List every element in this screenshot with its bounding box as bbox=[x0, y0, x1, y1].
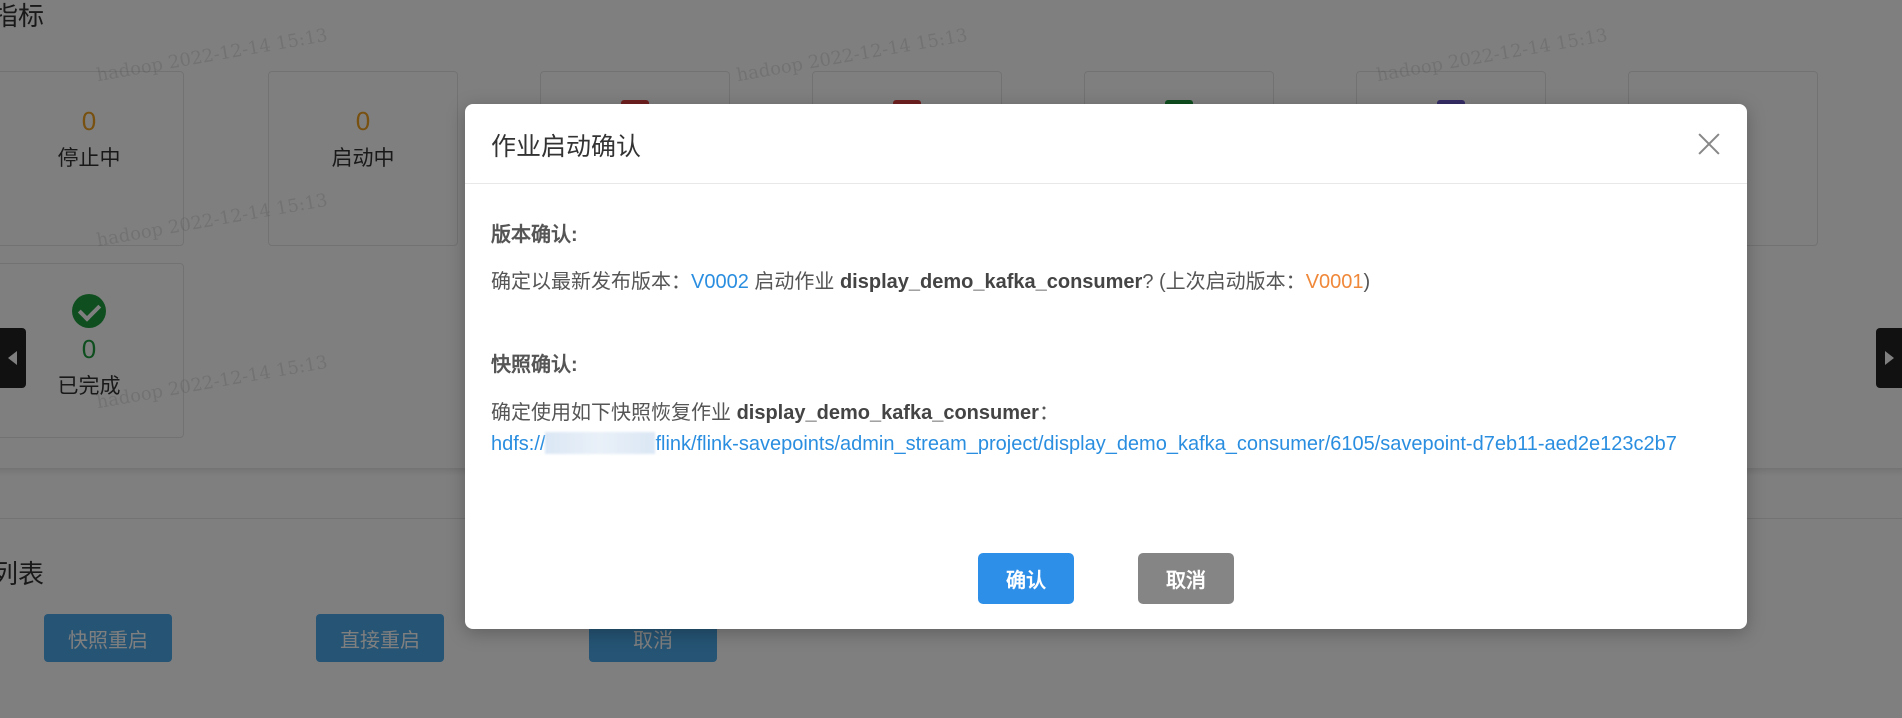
text-segment: ) bbox=[1363, 271, 1371, 293]
dialog-header: 作业启动确认 bbox=[465, 104, 1747, 184]
new-version-value: V0002 bbox=[691, 271, 749, 293]
version-confirm-text: 确定以最新发布版本：V0002 启动作业 display_demo_kafka_… bbox=[491, 265, 1721, 294]
text-segment: 启动作业 bbox=[748, 271, 840, 293]
text-segment: 确定使用如下快照恢复作业 bbox=[491, 402, 737, 424]
path-segment: flink/flink-savepoints/admin_stream_proj… bbox=[655, 433, 1677, 455]
cancel-button[interactable]: 取消 bbox=[1138, 553, 1234, 604]
redacted-host bbox=[545, 432, 656, 454]
close-icon[interactable] bbox=[1697, 132, 1721, 156]
savepoint-path-link[interactable]: hdfs:// flink/flink-savepoints/admin_stre… bbox=[491, 427, 1721, 461]
job-start-confirm-dialog: 作业启动确认 版本确认: 确定以最新发布版本：V0002 启动作业 displa… bbox=[465, 104, 1747, 629]
job-name: display_demo_kafka_consumer bbox=[839, 271, 1143, 293]
text-segment: ： bbox=[1038, 402, 1059, 424]
confirm-button[interactable]: 确认 bbox=[978, 553, 1074, 604]
dialog-title: 作业启动确认 bbox=[491, 133, 642, 161]
dialog-body: 版本确认: 确定以最新发布版本：V0002 启动作业 display_demo_… bbox=[491, 184, 1721, 461]
snapshot-section-heading: 快照确认: bbox=[491, 354, 578, 376]
version-section-heading: 版本确认: bbox=[491, 224, 578, 246]
job-name: display_demo_kafka_consumer bbox=[736, 402, 1039, 424]
text-segment: ? (上次启动版本： bbox=[1142, 271, 1306, 293]
snapshot-confirm-text: 确定使用如下快照恢复作业 display_demo_kafka_consumer… bbox=[491, 396, 1721, 425]
last-version-value: V0001 bbox=[1305, 271, 1364, 293]
path-segment: hdfs:// bbox=[491, 433, 546, 455]
text-segment: 确定以最新发布版本： bbox=[491, 271, 691, 293]
